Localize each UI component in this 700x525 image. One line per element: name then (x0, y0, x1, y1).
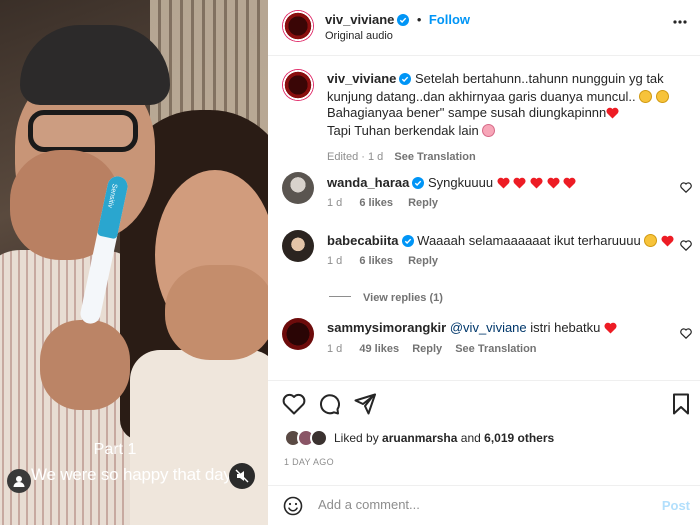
post-media[interactable]: Sensitiv Part 1 We were so happy that da… (0, 0, 268, 525)
post-panel: viv_viviane • Follow Original audio viv_… (268, 0, 700, 525)
comment-time[interactable]: 1 d (327, 255, 342, 267)
heart-emoji-icon (497, 177, 510, 193)
avatar[interactable] (282, 172, 314, 204)
comment-likes[interactable]: 6 likes (359, 255, 393, 267)
video-caption-text: We were so happy that day... (31, 465, 245, 484)
avatar (310, 429, 328, 447)
comment-time[interactable]: 1 d (327, 343, 342, 355)
verified-icon (401, 235, 414, 251)
more-options-icon[interactable] (672, 14, 688, 35)
comment-mention[interactable]: @viv_viviane (450, 320, 527, 335)
separator-dot: • (416, 12, 422, 27)
reply-button[interactable]: Reply (408, 197, 438, 209)
add-comment-bar: Post (268, 485, 700, 525)
heart-emoji-icon (604, 322, 617, 338)
caption-edited: Edited (327, 151, 359, 163)
comment-time[interactable]: 1 d (327, 197, 342, 209)
caption-text-line4: Tapi Tuhan berkendak lain (327, 123, 479, 138)
comment-text: Waaaah selamaaaaaat ikut terharuuuu (417, 233, 641, 248)
avatar[interactable] (282, 10, 314, 42)
heart-emoji-icon (563, 177, 576, 193)
video-caption-part: Part 1 (93, 441, 137, 458)
like-comment-heart-icon[interactable] (680, 326, 692, 344)
like-comment-heart-icon[interactable] (680, 238, 692, 256)
sad-face-icon (655, 90, 669, 103)
heart-emoji-icon (530, 177, 543, 193)
caption-dot: · (361, 151, 365, 163)
caption-text-line3: Bahagianyaa bener" sampe susah diungkapi… (327, 105, 607, 120)
see-translation-link[interactable]: See Translation (455, 343, 536, 355)
comment-username[interactable]: babecabiita (327, 233, 399, 248)
post-comment-button[interactable]: Post (662, 498, 690, 513)
crying-face-icon (639, 90, 653, 103)
heart-emoji-icon (547, 177, 560, 193)
liked-by-avatars[interactable] (284, 429, 332, 447)
reply-button[interactable]: Reply (412, 343, 442, 355)
verified-icon (397, 13, 410, 31)
comment-likes[interactable]: 49 likes (359, 343, 399, 355)
verified-icon (412, 177, 425, 193)
comment-text: Syngkuuuu (428, 175, 494, 190)
liked-by-and: and (460, 431, 481, 445)
like-comment-heart-icon[interactable] (680, 180, 692, 198)
liked-by-label: Liked by (334, 431, 379, 445)
comment-text: istri hebatku (530, 320, 601, 335)
follow-button[interactable]: Follow (429, 12, 470, 27)
caption-text-line1: Setelah bertahunn..tahunn nungguin yg ta… (415, 71, 664, 86)
liked-by-others[interactable]: 6,019 others (484, 431, 554, 445)
comment-username[interactable]: sammysimorangkir (327, 320, 446, 335)
liked-by-user[interactable]: aruanmarsha (382, 431, 457, 445)
caption-text-line2: kunjung datang..dan akhirnyaa garis duan… (327, 89, 636, 104)
caption-time[interactable]: 1 d (368, 151, 383, 163)
bookmark-icon[interactable] (672, 393, 690, 420)
avatar[interactable] (282, 318, 314, 350)
comment-likes[interactable]: 6 likes (359, 197, 393, 209)
liked-by-text: Liked by aruanmarsha and 6,019 others (334, 431, 554, 445)
reply-button[interactable]: Reply (408, 255, 438, 267)
verified-icon (399, 73, 412, 89)
share-send-icon[interactable] (354, 393, 376, 420)
replies-divider (329, 296, 351, 297)
view-replies-button[interactable]: View replies (1) (329, 288, 443, 306)
author-username[interactable]: viv_viviane (325, 12, 394, 27)
avatar[interactable] (282, 69, 314, 101)
post-timestamp[interactable]: 1 DAY AGO (284, 457, 334, 467)
emoji-picker-icon[interactable] (283, 496, 303, 521)
caption-username[interactable]: viv_viviane (327, 71, 396, 86)
avatar[interactable] (282, 230, 314, 262)
heart-emoji-icon (661, 235, 674, 251)
post-header: viv_viviane • Follow Original audio (268, 0, 700, 56)
mute-icon[interactable] (229, 463, 255, 489)
see-translation-link[interactable]: See Translation (394, 151, 475, 163)
laughing-face-icon (644, 234, 658, 247)
heart-emoji-icon (513, 177, 526, 193)
view-replies-label: View replies (1) (363, 292, 443, 304)
post-actions: Liked by aruanmarsha and 6,019 others 1 … (268, 380, 700, 525)
comment-bubble-icon[interactable] (318, 393, 340, 420)
smiling-hearts-face-icon (482, 124, 496, 137)
original-audio-link[interactable]: Original audio (325, 30, 393, 42)
comment-input[interactable] (318, 497, 638, 512)
heart-emoji-icon (606, 107, 619, 123)
like-heart-icon[interactable] (282, 393, 306, 420)
audio-user-icon[interactable] (7, 469, 31, 493)
comment-username[interactable]: wanda_haraa (327, 175, 409, 190)
